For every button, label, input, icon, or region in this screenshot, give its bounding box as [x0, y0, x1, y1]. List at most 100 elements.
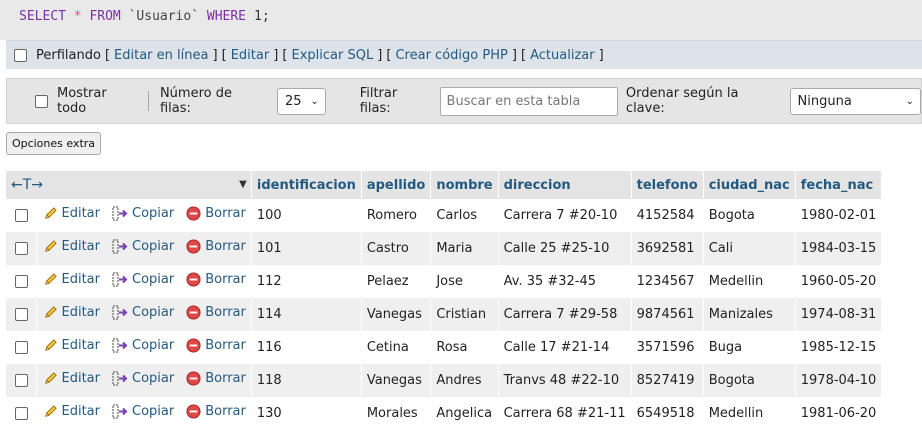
edit-row-button[interactable]: Editar [43, 404, 100, 419]
explain-sql-link[interactable]: Explicar SQL [292, 48, 374, 63]
cell-fecha-nac[interactable]: 1984-03-15 [795, 232, 883, 265]
column-header-ciudad-nac[interactable]: ciudad_nac [703, 171, 796, 199]
cell-ciudad-nac[interactable]: Manizales [703, 298, 796, 331]
delete-row-button[interactable]: Borrar [186, 371, 246, 386]
cell-nombre[interactable]: Carlos [430, 199, 499, 232]
cell-apellido[interactable]: Morales [361, 397, 432, 430]
cell-direccion[interactable]: Carrera 68 #21-11 [498, 397, 632, 430]
edit-row-button[interactable]: Editar [43, 206, 100, 221]
cell-nombre[interactable]: Rosa [430, 331, 499, 364]
edit-row-button[interactable]: Editar [43, 305, 100, 320]
cell-identificacion[interactable]: 118 [251, 364, 362, 397]
row-checkbox[interactable] [15, 374, 28, 387]
cell-direccion[interactable]: Calle 17 #21-14 [498, 331, 632, 364]
profiling-checkbox[interactable] [14, 48, 27, 62]
cell-identificacion[interactable]: 130 [251, 397, 362, 430]
extra-options-button[interactable]: Opciones extra [6, 132, 101, 155]
cell-identificacion[interactable]: 101 [251, 232, 362, 265]
refresh-link[interactable]: Actualizar [530, 48, 594, 63]
row-checkbox[interactable] [15, 209, 28, 222]
copy-row-button[interactable]: Copiar [112, 239, 174, 254]
cell-fecha-nac[interactable]: 1960-05-20 [795, 265, 883, 298]
cell-nombre[interactable]: Andres [430, 364, 499, 397]
column-header-nombre[interactable]: nombre [430, 171, 499, 199]
column-header-apellido[interactable]: apellido [361, 171, 432, 199]
edit-row-button[interactable]: Editar [43, 338, 100, 353]
cell-apellido[interactable]: Pelaez [361, 265, 432, 298]
copy-row-button[interactable]: Copiar [112, 272, 174, 287]
cell-identificacion[interactable]: 114 [251, 298, 362, 331]
cell-direccion[interactable]: Carrera 7 #20-10 [498, 199, 632, 232]
table-row[interactable]: Editar Copiar Borrar 112 Pelaez Jose Av. 35 #3… [6, 265, 883, 298]
row-checkbox[interactable] [15, 275, 28, 288]
cell-telefono[interactable]: 1234567 [631, 265, 704, 298]
cell-telefono[interactable]: 6549518 [631, 397, 704, 430]
cell-identificacion[interactable]: 100 [251, 199, 362, 232]
delete-row-button[interactable]: Borrar [186, 239, 246, 254]
column-header-fecha-nac[interactable]: fecha_nac [795, 171, 883, 199]
cell-fecha-nac[interactable]: 1985-12-15 [795, 331, 883, 364]
copy-row-button[interactable]: Copiar [112, 305, 174, 320]
edit-row-button[interactable]: Editar [43, 239, 100, 254]
cell-direccion[interactable]: Calle 25 #25-10 [498, 232, 632, 265]
row-checkbox[interactable] [15, 407, 28, 420]
cell-ciudad-nac[interactable]: Bogota [703, 364, 796, 397]
edit-inline-link[interactable]: Editar en línea [114, 48, 208, 63]
cell-identificacion[interactable]: 116 [251, 331, 362, 364]
column-header-identificacion[interactable]: identificacion [251, 171, 362, 199]
column-arrows-icon[interactable]: ←T→ [11, 177, 43, 193]
row-checkbox[interactable] [15, 341, 28, 354]
copy-row-button[interactable]: Copiar [112, 338, 174, 353]
cell-direccion[interactable]: Carrera 7 #29-58 [498, 298, 632, 331]
delete-row-button[interactable]: Borrar [186, 272, 246, 287]
copy-row-button[interactable]: Copiar [112, 371, 174, 386]
delete-row-button[interactable]: Borrar [186, 305, 246, 320]
cell-telefono[interactable]: 3571596 [631, 331, 704, 364]
cell-telefono[interactable]: 4152584 [631, 199, 704, 232]
cell-ciudad-nac[interactable]: Medellin [703, 397, 796, 430]
cell-fecha-nac[interactable]: 1978-04-10 [795, 364, 883, 397]
row-checkbox[interactable] [15, 242, 28, 255]
cell-fecha-nac[interactable]: 1974-08-31 [795, 298, 883, 331]
column-header-telefono[interactable]: telefono [631, 171, 704, 199]
copy-row-button[interactable]: Copiar [112, 404, 174, 419]
filter-rows-input[interactable]: Buscar en esta tabla [439, 86, 618, 116]
cell-apellido[interactable]: Castro [361, 232, 432, 265]
cell-apellido[interactable]: Cetina [361, 331, 432, 364]
sort-triangle-icon[interactable]: ▼ [239, 179, 247, 190]
create-php-code-link[interactable]: Crear código PHP [395, 48, 507, 63]
cell-telefono[interactable]: 3692581 [631, 232, 704, 265]
show-all-checkbox[interactable] [35, 94, 48, 108]
cell-telefono[interactable]: 8527419 [631, 364, 704, 397]
cell-direccion[interactable]: Tranvs 48 #22-10 [498, 364, 632, 397]
cell-ciudad-nac[interactable]: Cali [703, 232, 796, 265]
cell-identificacion[interactable]: 112 [251, 265, 362, 298]
cell-nombre[interactable]: Jose [430, 265, 499, 298]
cell-direccion[interactable]: Av. 35 #32-45 [498, 265, 632, 298]
cell-apellido[interactable]: Romero [361, 199, 432, 232]
table-row[interactable]: Editar Copiar Borrar 130 Morales Angelica Carr… [6, 397, 883, 430]
cell-ciudad-nac[interactable]: Bogota [703, 199, 796, 232]
edit-query-link[interactable]: Editar [231, 48, 270, 63]
cell-apellido[interactable]: Vanegas [361, 298, 432, 331]
cell-fecha-nac[interactable]: 1981-06-20 [795, 397, 883, 430]
copy-row-button[interactable]: Copiar [112, 206, 174, 221]
delete-row-button[interactable]: Borrar [186, 206, 246, 221]
rows-count-select[interactable]: 25 ⌄ [277, 87, 326, 115]
table-row[interactable]: Editar Copiar Borrar 114 Vanegas Cristian Carr… [6, 298, 883, 331]
delete-row-button[interactable]: Borrar [186, 338, 246, 353]
order-by-key-select[interactable]: Ninguna ⌄ [789, 87, 921, 115]
cell-nombre[interactable]: Cristian [430, 298, 499, 331]
cell-apellido[interactable]: Vanegas [361, 364, 432, 397]
table-row[interactable]: Editar Copiar Borrar 116 Cetina Rosa Calle 17 … [6, 331, 883, 364]
edit-row-button[interactable]: Editar [43, 272, 100, 287]
cell-nombre[interactable]: Angelica [430, 397, 499, 430]
table-row[interactable]: Editar Copiar Borrar 100 Romero Carlos Carrera… [6, 199, 883, 232]
delete-row-button[interactable]: Borrar [186, 404, 246, 419]
column-header-direccion[interactable]: direccion [498, 171, 632, 199]
cell-ciudad-nac[interactable]: Medellin [703, 265, 796, 298]
cell-ciudad-nac[interactable]: Buga [703, 331, 796, 364]
cell-nombre[interactable]: Maria [430, 232, 499, 265]
cell-fecha-nac[interactable]: 1980-02-01 [795, 199, 883, 232]
cell-telefono[interactable]: 9874561 [631, 298, 704, 331]
